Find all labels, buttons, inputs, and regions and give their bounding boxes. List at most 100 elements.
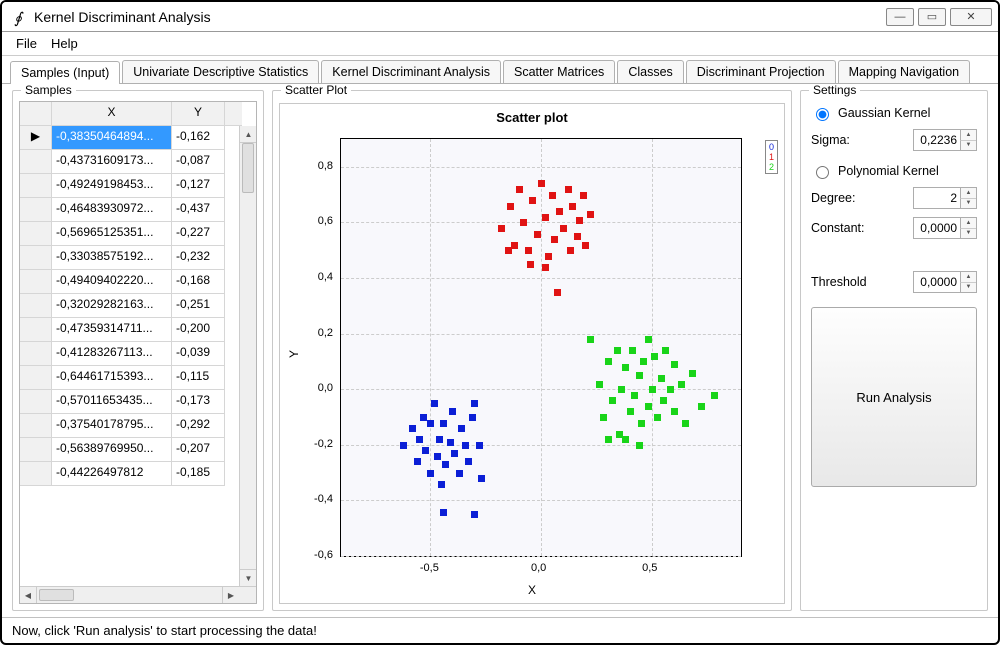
row-header[interactable] xyxy=(20,222,52,246)
row-header[interactable] xyxy=(20,294,52,318)
tab-mapping-navigation[interactable]: Mapping Navigation xyxy=(838,60,971,83)
menu-file[interactable]: File xyxy=(16,36,37,51)
hscroll-thumb[interactable] xyxy=(39,589,74,601)
polynomial-radio[interactable] xyxy=(816,166,829,179)
cell-y[interactable]: -0,251 xyxy=(172,294,225,318)
cell-y[interactable]: -0,232 xyxy=(172,246,225,270)
grid-header-y[interactable]: Y xyxy=(172,102,225,126)
table-row[interactable]: -0,49249198453...-0,127 xyxy=(20,174,239,198)
table-row[interactable]: -0,32029282163...-0,251 xyxy=(20,294,239,318)
table-row[interactable]: -0,43731609173...-0,087 xyxy=(20,150,239,174)
scroll-down-icon[interactable]: ▼ xyxy=(240,569,256,586)
cell-x[interactable]: -0,47359314711... xyxy=(52,318,172,342)
row-header[interactable]: ▶ xyxy=(20,126,52,150)
scroll-up-icon[interactable]: ▲ xyxy=(240,126,256,143)
table-row[interactable]: -0,56965125351...-0,227 xyxy=(20,222,239,246)
cell-y[interactable]: -0,168 xyxy=(172,270,225,294)
row-header[interactable] xyxy=(20,198,52,222)
minimize-button[interactable]: — xyxy=(886,8,914,26)
table-row[interactable]: -0,41283267113...-0,039 xyxy=(20,342,239,366)
grid-hscrollbar[interactable]: ◀ ▶ xyxy=(20,586,256,603)
scroll-thumb[interactable] xyxy=(242,143,254,193)
tab-discriminant-projection[interactable]: Discriminant Projection xyxy=(686,60,836,83)
table-row[interactable]: -0,47359314711...-0,200 xyxy=(20,318,239,342)
grid-header-x[interactable]: X xyxy=(52,102,172,126)
sigma-up[interactable]: ▲ xyxy=(960,130,976,141)
cell-x[interactable]: -0,46483930972... xyxy=(52,198,172,222)
table-row[interactable]: -0,64461715393...-0,115 xyxy=(20,366,239,390)
degree-down[interactable]: ▼ xyxy=(960,199,976,209)
tab-univariate-stats[interactable]: Univariate Descriptive Statistics xyxy=(122,60,319,83)
cell-x[interactable]: -0,56389769950... xyxy=(52,438,172,462)
cell-x[interactable]: -0,33038575192... xyxy=(52,246,172,270)
row-header[interactable] xyxy=(20,318,52,342)
table-row[interactable]: -0,44226497812-0,185 xyxy=(20,462,239,486)
cell-y[interactable]: -0,207 xyxy=(172,438,225,462)
scroll-right-icon[interactable]: ▶ xyxy=(222,587,239,604)
sigma-down[interactable]: ▼ xyxy=(960,141,976,151)
degree-field[interactable]: ▲▼ xyxy=(913,187,977,209)
cell-y[interactable]: -0,115 xyxy=(172,366,225,390)
table-row[interactable]: -0,46483930972...-0,437 xyxy=(20,198,239,222)
row-header[interactable] xyxy=(20,414,52,438)
cell-x[interactable]: -0,32029282163... xyxy=(52,294,172,318)
tab-scatter-matrices[interactable]: Scatter Matrices xyxy=(503,60,615,83)
tab-classes[interactable]: Classes xyxy=(617,60,683,83)
degree-up[interactable]: ▲ xyxy=(960,188,976,199)
table-row[interactable]: -0,57011653435...-0,173 xyxy=(20,390,239,414)
row-header[interactable] xyxy=(20,390,52,414)
run-analysis-button[interactable]: Run Analysis xyxy=(811,307,977,487)
table-row[interactable]: ▶-0,38350464894...-0,162 xyxy=(20,126,239,150)
constant-up[interactable]: ▲ xyxy=(960,218,976,229)
cell-x[interactable]: -0,49249198453... xyxy=(52,174,172,198)
degree-input[interactable] xyxy=(914,188,960,208)
threshold-field[interactable]: ▲▼ xyxy=(913,271,977,293)
threshold-down[interactable]: ▼ xyxy=(960,283,976,293)
scroll-left-icon[interactable]: ◀ xyxy=(20,587,37,604)
row-header[interactable] xyxy=(20,270,52,294)
constant-field[interactable]: ▲▼ xyxy=(913,217,977,239)
cell-x[interactable]: -0,43731609173... xyxy=(52,150,172,174)
row-header[interactable] xyxy=(20,342,52,366)
cell-x[interactable]: -0,56965125351... xyxy=(52,222,172,246)
row-header[interactable] xyxy=(20,366,52,390)
grid-vscrollbar[interactable]: ▲ ▼ xyxy=(239,126,256,586)
cell-y[interactable]: -0,185 xyxy=(172,462,225,486)
row-header[interactable] xyxy=(20,174,52,198)
tab-samples-input[interactable]: Samples (Input) xyxy=(10,61,120,84)
threshold-input[interactable] xyxy=(914,272,960,292)
samples-grid[interactable]: X Y ▶-0,38350464894...-0,162-0,437316091… xyxy=(19,101,257,604)
row-header[interactable] xyxy=(20,462,52,486)
cell-y[interactable]: -0,127 xyxy=(172,174,225,198)
menu-help[interactable]: Help xyxy=(51,36,78,51)
cell-x[interactable]: -0,64461715393... xyxy=(52,366,172,390)
cell-y[interactable]: -0,437 xyxy=(172,198,225,222)
tab-kernel-discriminant[interactable]: Kernel Discriminant Analysis xyxy=(321,60,501,83)
cell-y[interactable]: -0,162 xyxy=(172,126,225,150)
row-header[interactable] xyxy=(20,438,52,462)
close-button[interactable]: ✕ xyxy=(950,8,992,26)
cell-y[interactable]: -0,039 xyxy=(172,342,225,366)
gaussian-radio[interactable] xyxy=(816,108,829,121)
table-row[interactable]: -0,49409402220...-0,168 xyxy=(20,270,239,294)
table-row[interactable]: -0,56389769950...-0,207 xyxy=(20,438,239,462)
sigma-field[interactable]: ▲▼ xyxy=(913,129,977,151)
cell-y[interactable]: -0,173 xyxy=(172,390,225,414)
cell-y[interactable]: -0,227 xyxy=(172,222,225,246)
cell-x[interactable]: -0,44226497812 xyxy=(52,462,172,486)
cell-x[interactable]: -0,57011653435... xyxy=(52,390,172,414)
row-header[interactable] xyxy=(20,150,52,174)
cell-y[interactable]: -0,087 xyxy=(172,150,225,174)
cell-x[interactable]: -0,49409402220... xyxy=(52,270,172,294)
cell-x[interactable]: -0,38350464894... xyxy=(52,126,172,150)
table-row[interactable]: -0,37540178795...-0,292 xyxy=(20,414,239,438)
row-header[interactable] xyxy=(20,246,52,270)
cell-y[interactable]: -0,292 xyxy=(172,414,225,438)
table-row[interactable]: -0,33038575192...-0,232 xyxy=(20,246,239,270)
constant-input[interactable] xyxy=(914,218,960,238)
maximize-button[interactable]: ▭ xyxy=(918,8,946,26)
cell-y[interactable]: -0,200 xyxy=(172,318,225,342)
sigma-input[interactable] xyxy=(914,130,960,150)
constant-down[interactable]: ▼ xyxy=(960,229,976,239)
threshold-up[interactable]: ▲ xyxy=(960,272,976,283)
